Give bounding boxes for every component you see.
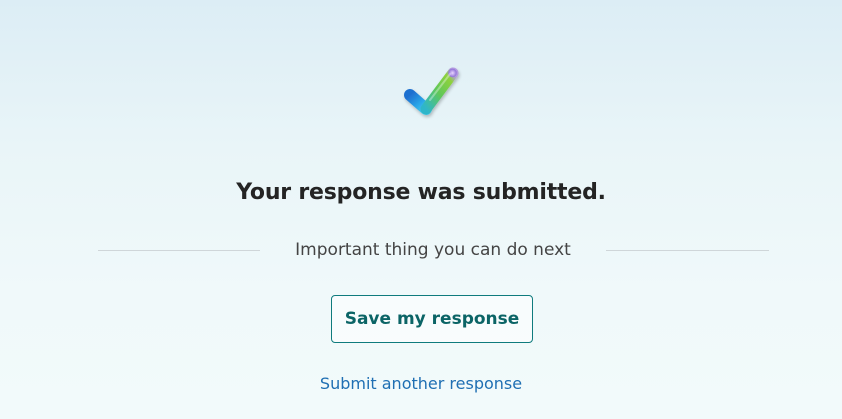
divider-line-right	[606, 250, 769, 251]
submit-another-response-link-row: Submit another response	[0, 374, 842, 393]
submission-confirmation-page: Your response was submitted. Important t…	[0, 0, 842, 419]
save-response-button[interactable]: Save my response	[331, 295, 533, 343]
divider-line-left	[98, 250, 260, 251]
next-steps-heading: Important thing you can do next	[295, 240, 571, 260]
checkmark-icon	[404, 67, 459, 115]
next-steps-divider: Important thing you can do next	[98, 238, 769, 266]
submission-title: Your response was submitted.	[236, 180, 606, 205]
submit-another-response-link[interactable]: Submit another response	[320, 374, 522, 393]
